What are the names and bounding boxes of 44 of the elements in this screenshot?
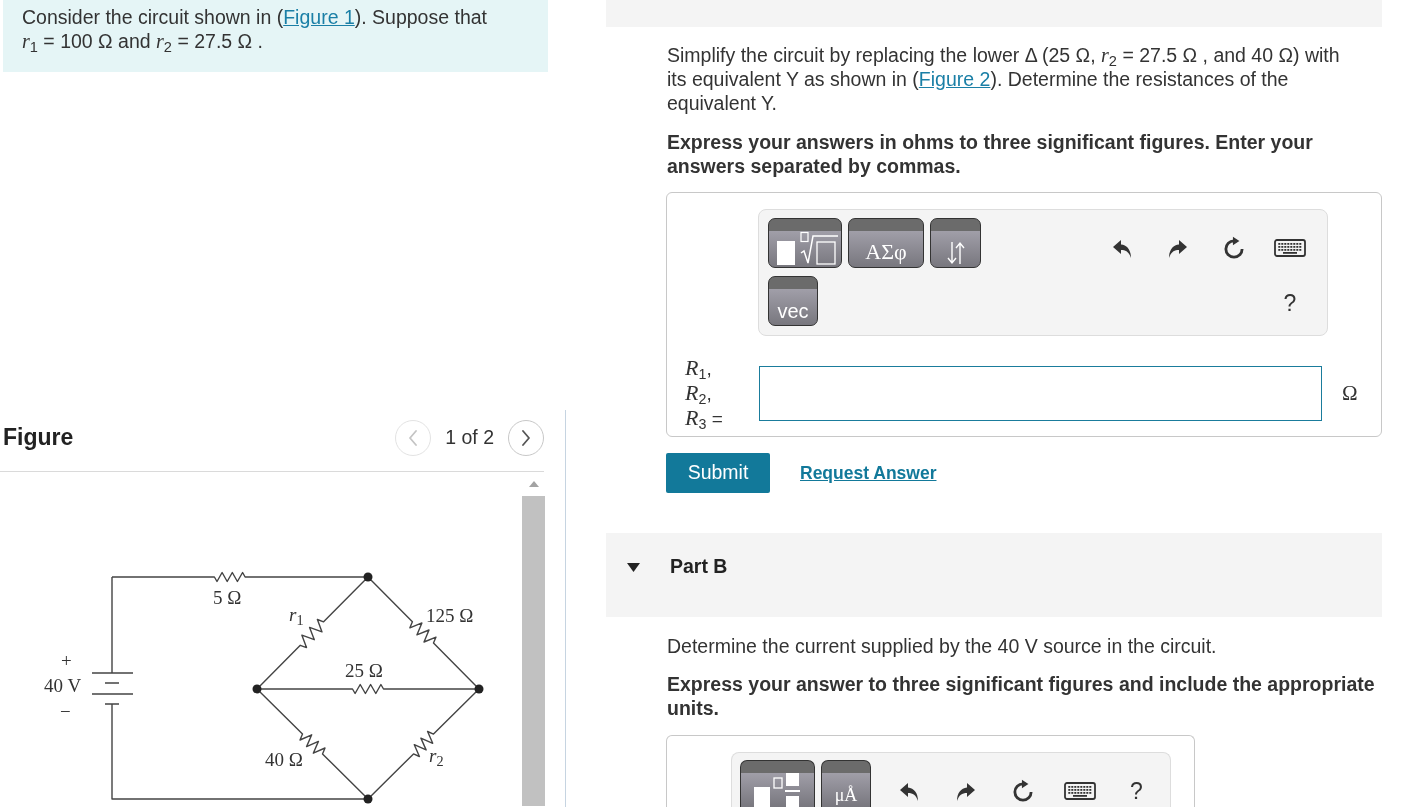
instructions-text: Express your answer to three significant figures and include the appropriate units. (667, 672, 1376, 720)
help-button[interactable]: ? (1130, 777, 1143, 804)
variable-label: R$_{3}$ = (685, 406, 724, 431)
page-indicator: 1 of 2 (445, 424, 494, 450)
circuit-label: 25 Ω (345, 661, 383, 681)
undo-icon (1111, 237, 1133, 259)
scrollbar-thumb[interactable] (522, 496, 545, 806)
keyboard-button[interactable] (1063, 781, 1096, 800)
chevron-right-icon (521, 429, 531, 446)
part-header[interactable]: Part B (606, 533, 1382, 617)
circuit-label: 125 Ω (426, 606, 474, 626)
keyboard-icon (1274, 239, 1306, 257)
variable-label: R$_{2}$, (685, 381, 713, 406)
toolbar-button[interactable] (930, 218, 981, 268)
toolbar-button[interactable]: vec (768, 276, 818, 326)
figure-link[interactable]: Figure 1 (283, 6, 355, 28)
request-answer-link[interactable]: Request Answer (800, 459, 937, 487)
toolbar-button[interactable] (768, 218, 842, 268)
circuit-label: r$_{1}$ (289, 605, 304, 625)
toolbar-button[interactable]: μÅ (821, 760, 871, 807)
chevron-left-icon (408, 429, 419, 446)
toolbar-button[interactable]: ΑΣφ (848, 218, 924, 268)
circuit-label: 5 Ω (213, 588, 242, 608)
keyboard-icon (1063, 781, 1096, 800)
part-title: Part B (670, 554, 728, 580)
instructions-text: Express your answers in ohms to three significant figures. Enter your answers separated by commas. (667, 130, 1314, 178)
figure-title: Figure (3, 423, 74, 453)
circuit-label: − (60, 702, 71, 722)
circuit-label: r$_{2}$ (429, 746, 444, 766)
caret-icon[interactable] (627, 562, 640, 572)
question-text: Simplify the circuit by replacing the lower Δ (25 Ω, r$_{2}$ = 27.5 Ω , and 40 Ω) with its equivalent Y as shown in (Figure 2). Determine the resistances of the equivalent Y. (667, 43, 1341, 115)
answer-input[interactable] (759, 366, 1322, 421)
problem-statement: Consider the circuit shown in (Figure 1). Suppose that r$_{1}$ = 100 Ω and r$_{2}$ = 27.5 Ω . (3, 0, 548, 72)
circuit-label: 40 Ω (265, 750, 303, 770)
variable-label: R$_{1}$, (685, 356, 713, 381)
help-button[interactable]: ? (1283, 290, 1297, 316)
figure-link[interactable]: Figure 2 (918, 68, 991, 90)
toolbar-button[interactable] (740, 760, 815, 807)
circuit-label: + (61, 651, 72, 671)
redo-icon (1167, 237, 1189, 259)
circuit-label: 40 V (44, 676, 82, 696)
unit-label: Ω (1342, 379, 1358, 407)
question-text: Determine the current supplied by the 40 V source in the circuit. (667, 634, 1218, 658)
submit-button[interactable]: Submit (666, 453, 770, 493)
